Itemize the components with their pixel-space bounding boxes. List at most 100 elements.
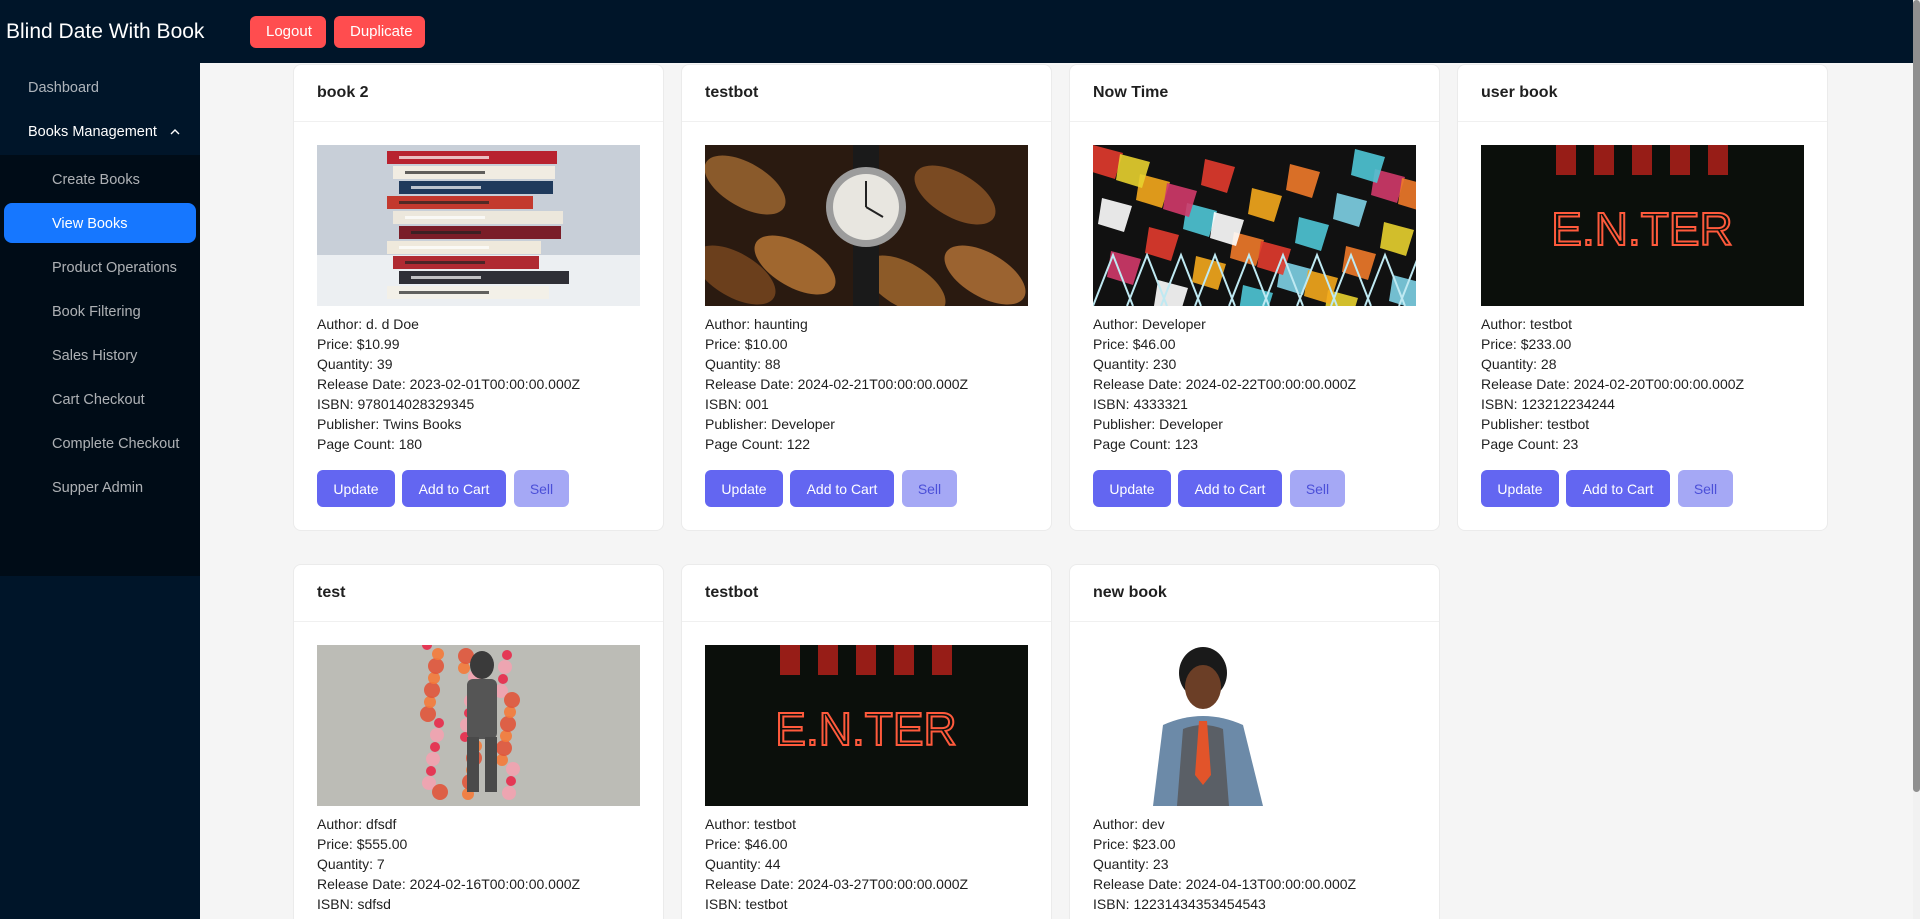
walking-figure-with-flowers-image [317, 645, 640, 806]
author-text: testbot [1530, 316, 1573, 332]
isbn-line: ISBN: 4333321 [1093, 394, 1356, 414]
sidebar-item-complete-checkout[interactable]: Complete Checkout [52, 424, 179, 464]
sell-button[interactable]: Sell [1678, 470, 1733, 507]
price-text: $46.00 [744, 836, 788, 852]
release-date-line: Release Date: 2024-02-22T00:00:00.000Z [1093, 374, 1356, 394]
release-date-text: 2024-04-13T00:00:00.000Z [1185, 876, 1357, 892]
book-details: Author: dfsdf Price: $555.00 Quantity: 7 Re… [317, 814, 580, 919]
release-date-label: Release Date: [317, 376, 406, 392]
price-line: Price: $46.00 [1093, 334, 1356, 354]
sidebar-item-book-filtering[interactable]: Book Filtering [52, 292, 141, 332]
release-date-label: Release Date: [705, 376, 794, 392]
author-label: Author: [1093, 316, 1139, 332]
add-to-cart-button[interactable]: Add to Cart [790, 470, 894, 507]
sidebar-item-sales-history[interactable]: Sales History [52, 336, 137, 376]
update-button[interactable]: Update [1481, 470, 1559, 507]
isbn-label: ISBN: [1481, 396, 1518, 412]
sidebar-item-cart-checkout[interactable]: Cart Checkout [52, 380, 145, 420]
add-to-cart-button[interactable]: Add to Cart [402, 470, 506, 507]
sidebar-item-create-books[interactable]: Create Books [52, 160, 140, 200]
duplicate-button[interactable]: Duplicate [334, 16, 425, 48]
publisher-text: testbot [1547, 416, 1590, 432]
release-date-label: Release Date: [1093, 376, 1182, 392]
price-text: $23.00 [1132, 836, 1176, 852]
book-title: user book [1458, 65, 1827, 122]
isbn-line: ISBN: sdfsd [317, 894, 580, 914]
sidebar-item-dashboard[interactable]: Dashboard [28, 68, 99, 108]
sell-button[interactable]: Sell [902, 470, 957, 507]
update-button[interactable]: Update [705, 470, 783, 507]
book-card: test Author: dfsdf Price: $555.00 Quantity:… [293, 564, 664, 919]
book-details: Author: testbot Price: $46.00 Quantity: 44… [705, 814, 968, 919]
release-date-text: 2024-03-27T00:00:00.000Z [797, 876, 969, 892]
update-button[interactable]: Update [317, 470, 395, 507]
scrollbar-thumb[interactable] [1913, 0, 1920, 792]
neon-enter-sign-image: E.N.TER [1481, 145, 1804, 306]
add-to-cart-button[interactable]: Add to Cart [1178, 470, 1282, 507]
quantity-label: Quantity: [317, 356, 374, 372]
author-line: Author: testbot [705, 814, 968, 834]
quantity-line: Quantity: 7 [317, 854, 580, 874]
release-date-text: 2024-02-21T00:00:00.000Z [797, 376, 969, 392]
quantity-label: Quantity: [705, 856, 762, 872]
sidebar-item-product-operations[interactable]: Product Operations [52, 248, 177, 288]
quantity-label: Quantity: [705, 356, 762, 372]
release-date-line: Release Date: 2024-03-27T00:00:00.000Z [705, 874, 968, 894]
wristwatch-on-leaves-image [705, 145, 1028, 306]
quantity-label: Quantity: [1093, 356, 1150, 372]
page-count-text: 180 [398, 436, 423, 452]
sidebar-submenu-books-management[interactable]: Books Management [28, 112, 157, 152]
release-date-line: Release Date: 2023-02-01T00:00:00.000Z [317, 374, 580, 394]
publisher-label: Publisher: [1481, 416, 1544, 432]
author-line: Author: d. d Doe [317, 314, 580, 334]
app-header: Blind Date With Book Logout Duplicate [0, 0, 1920, 63]
publisher-line: Publisher: testbot [1481, 414, 1744, 434]
isbn-text: 12231434353454543 [1133, 896, 1266, 912]
quantity-line: Quantity: 39 [317, 354, 580, 374]
price-label: Price: [1093, 836, 1129, 852]
price-line: Price: $10.00 [705, 334, 968, 354]
book-details: Author: haunting Price: $10.00 Quantity: 8… [705, 314, 968, 454]
isbn-line: ISBN: 12231434353454543 [1093, 894, 1356, 914]
isbn-label: ISBN: [705, 896, 742, 912]
quantity-line: Quantity: 88 [705, 354, 968, 374]
isbn-label: ISBN: [1093, 396, 1130, 412]
release-date-label: Release Date: [317, 876, 406, 892]
update-button[interactable]: Update [1093, 470, 1171, 507]
page-count-label: Page Count: [1093, 436, 1171, 452]
quantity-line: Quantity: 23 [1093, 854, 1356, 874]
author-line: Author: Developer [1093, 314, 1356, 334]
svg-text:E.N.TER: E.N.TER [775, 703, 956, 755]
book-details: Author: dev Price: $23.00 Quantity: 23 Rele… [1093, 814, 1356, 919]
sidebar-item-view-books[interactable]: View Books [52, 204, 128, 244]
page-count-line: Page Count: 122 [705, 434, 968, 454]
page-count-line: Page Count: 123 [1093, 434, 1356, 454]
chevron-up-icon[interactable] [170, 127, 180, 137]
author-line: Author: dev [1093, 814, 1356, 834]
author-label: Author: [317, 316, 363, 332]
page-scrollbar[interactable] [1913, 0, 1920, 919]
author-line: Author: testbot [1481, 314, 1744, 334]
price-label: Price: [705, 336, 741, 352]
isbn-text: 978014028329345 [357, 396, 475, 412]
author-text: testbot [754, 816, 797, 832]
release-date-text: 2024-02-22T00:00:00.000Z [1185, 376, 1357, 392]
isbn-line: ISBN: testbot [705, 894, 968, 914]
release-date-line: Release Date: 2024-02-16T00:00:00.000Z [317, 874, 580, 894]
author-label: Author: [1481, 316, 1527, 332]
sidebar-item-supper-admin[interactable]: Supper Admin [52, 468, 143, 508]
release-date-text: 2024-02-16T00:00:00.000Z [409, 876, 581, 892]
sell-button[interactable]: Sell [1290, 470, 1345, 507]
isbn-text: 4333321 [1133, 396, 1188, 412]
publisher-line: Publisher: Twins Books [317, 414, 580, 434]
sell-button[interactable]: Sell [514, 470, 569, 507]
release-date-text: 2023-02-01T00:00:00.000Z [409, 376, 581, 392]
logout-button[interactable]: Logout [250, 16, 326, 48]
quantity-line: Quantity: 44 [705, 854, 968, 874]
author-line: Author: haunting [705, 314, 968, 334]
stack-of-books-image [317, 145, 640, 306]
isbn-label: ISBN: [317, 396, 354, 412]
book-card: new book Author: dev Price: $23.00 Quantity… [1069, 564, 1440, 919]
add-to-cart-button[interactable]: Add to Cart [1566, 470, 1670, 507]
author-label: Author: [705, 816, 751, 832]
